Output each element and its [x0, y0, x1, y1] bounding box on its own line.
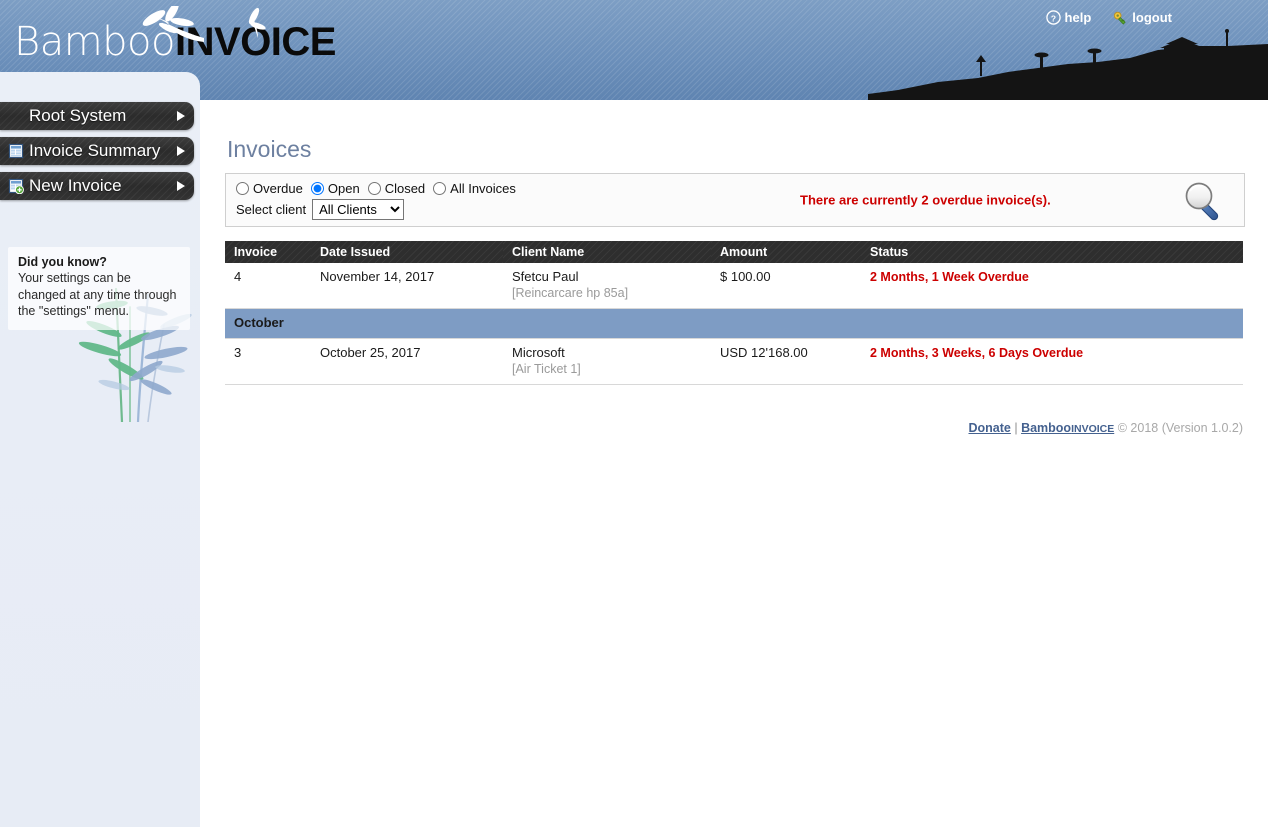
report-icon	[8, 143, 24, 159]
search-button[interactable]	[1182, 178, 1226, 222]
status-badge: 2 Months, 3 Weeks, 6 Days Overdue	[870, 346, 1084, 360]
radio-input-closed[interactable]	[367, 181, 381, 195]
sidebar-item-invoice-summary[interactable]: Invoice Summary	[0, 137, 194, 165]
filter-controls: Overdue Open Closed All Invoices Select …	[226, 181, 522, 220]
table-row[interactable]: 3 October 25, 2017 Microsoft [Air Ticket…	[225, 338, 1243, 385]
sidebar-item-new-invoice[interactable]: New Invoice	[0, 172, 194, 200]
did-you-know-tip: Did you know? Your settings can be chang…	[8, 247, 190, 330]
column-header-invoice[interactable]: Invoice	[225, 241, 311, 263]
radio-input-open[interactable]	[310, 181, 324, 195]
radio-label-closed: Closed	[384, 180, 426, 196]
table-row[interactable]: 4 November 14, 2017 Sfetcu Paul [Reincar…	[225, 263, 1243, 309]
question-circle-icon: ?	[1045, 10, 1061, 25]
svg-text:?: ?	[1050, 13, 1055, 23]
radio-label-open: Open	[327, 180, 360, 196]
status-badge: 2 Months, 1 Week Overdue	[870, 270, 1029, 284]
key-icon	[1114, 11, 1127, 25]
footer-brand-primary: Bamboo	[1021, 421, 1072, 435]
footer: Donate | BambooINVOICE © 2018 (Version 1…	[225, 413, 1243, 435]
header-links: ? help logout	[1045, 10, 1172, 25]
invoices-table: Invoice Date Issued Client Name Amount S…	[225, 241, 1243, 385]
skyline-silhouette-image	[868, 29, 1268, 100]
radio-input-overdue[interactable]	[236, 181, 249, 195]
radio-input-all-invoices[interactable]	[433, 181, 447, 195]
select-client-label: Select client	[236, 201, 307, 217]
donate-link[interactable]: Donate	[968, 421, 1010, 435]
magnifier-icon	[1185, 182, 1219, 221]
overdue-notice: There are currently 2 overdue invoice(s)…	[800, 192, 1051, 208]
help-label: help	[1064, 10, 1092, 25]
logout-link[interactable]: logout	[1113, 10, 1172, 25]
table-header-row: Invoice Date Issued Client Name Amount S…	[225, 241, 1243, 263]
column-header-amount[interactable]: Amount	[711, 241, 861, 263]
cell-invoice-number: 4	[225, 263, 311, 309]
cell-client-name: Sfetcu Paul [Reincarcare hp 85a]	[503, 263, 711, 309]
main-content: Invoices Overdue Open Closed All Invoice…	[225, 100, 1245, 435]
tip-body: Your settings can be changed at any time…	[18, 271, 177, 318]
radio-label-all-invoices: All Invoices	[450, 180, 516, 196]
sidebar: Root System Invoice Summary New Invoice …	[0, 72, 200, 827]
cell-status: 2 Months, 3 Weeks, 6 Days Overdue	[861, 338, 1243, 385]
client-name-text: Microsoft	[512, 345, 565, 360]
table-header: Invoice Date Issued Client Name Amount S…	[225, 241, 1243, 263]
radio-option-all-invoices[interactable]: All Invoices	[433, 181, 516, 196]
month-separator-label: October	[225, 308, 1243, 339]
page-title: Invoices	[227, 136, 312, 162]
client-select[interactable]: All Clients	[312, 198, 405, 220]
month-separator-row: October	[225, 308, 1243, 339]
cell-date-issued: November 14, 2017	[311, 263, 503, 309]
cell-status: 2 Months, 1 Week Overdue	[861, 263, 1243, 309]
client-name-text: Sfetcu Paul	[512, 269, 579, 284]
sidebar-item-root-system[interactable]: Root System	[0, 102, 194, 130]
client-note-text: [Reincarcare hp 85a]	[512, 286, 629, 300]
status-filter-radio-group: Overdue Open Closed All Invoices	[236, 181, 522, 196]
column-header-date-issued[interactable]: Date Issued	[311, 241, 503, 263]
column-header-status[interactable]: Status	[861, 241, 1243, 263]
footer-separator: |	[1010, 421, 1022, 435]
client-note-text: [Air Ticket 1]	[512, 362, 581, 376]
help-link[interactable]: ? help	[1045, 10, 1092, 25]
bamboo-invoice-link[interactable]: BambooINVOICE	[1021, 421, 1114, 435]
sidebar-item-label: New Invoice	[29, 176, 122, 195]
cell-client-name: Microsoft [Air Ticket 1]	[503, 338, 711, 385]
chevron-right-icon	[177, 181, 185, 191]
table-body: 4 November 14, 2017 Sfetcu Paul [Reincar…	[225, 263, 1243, 385]
cell-date-issued: October 25, 2017	[311, 338, 503, 385]
cell-amount: USD 12'168.00	[711, 338, 861, 385]
radio-option-open[interactable]: Open	[310, 180, 360, 196]
radio-label-overdue: Overdue	[253, 180, 303, 196]
cell-invoice-number: 3	[225, 338, 311, 385]
cell-amount: $ 100.00	[711, 263, 861, 309]
bamboo-leaf-icon	[142, 6, 266, 42]
column-header-client-name[interactable]: Client Name	[503, 241, 711, 263]
sidebar-item-label: Invoice Summary	[29, 141, 161, 160]
logout-label: logout	[1132, 10, 1172, 25]
footer-brand-secondary: INVOICE	[1071, 423, 1115, 435]
invoice-filter-panel: Overdue Open Closed All Invoices Select …	[225, 173, 1245, 227]
radio-option-overdue[interactable]: Overdue	[236, 181, 303, 196]
report-add-icon	[8, 178, 24, 194]
footer-copyright: © 2018 (Version 1.0.2)	[1117, 421, 1243, 435]
sidebar-item-label: Root System	[29, 106, 127, 125]
chevron-right-icon	[177, 146, 185, 156]
tip-title: Did you know?	[18, 255, 107, 269]
radio-option-closed[interactable]: Closed	[367, 180, 426, 196]
client-filter-row: Select client All Clients	[236, 198, 522, 220]
chevron-right-icon	[177, 111, 185, 121]
sidebar-nav: Root System Invoice Summary New Invoice	[0, 102, 194, 207]
